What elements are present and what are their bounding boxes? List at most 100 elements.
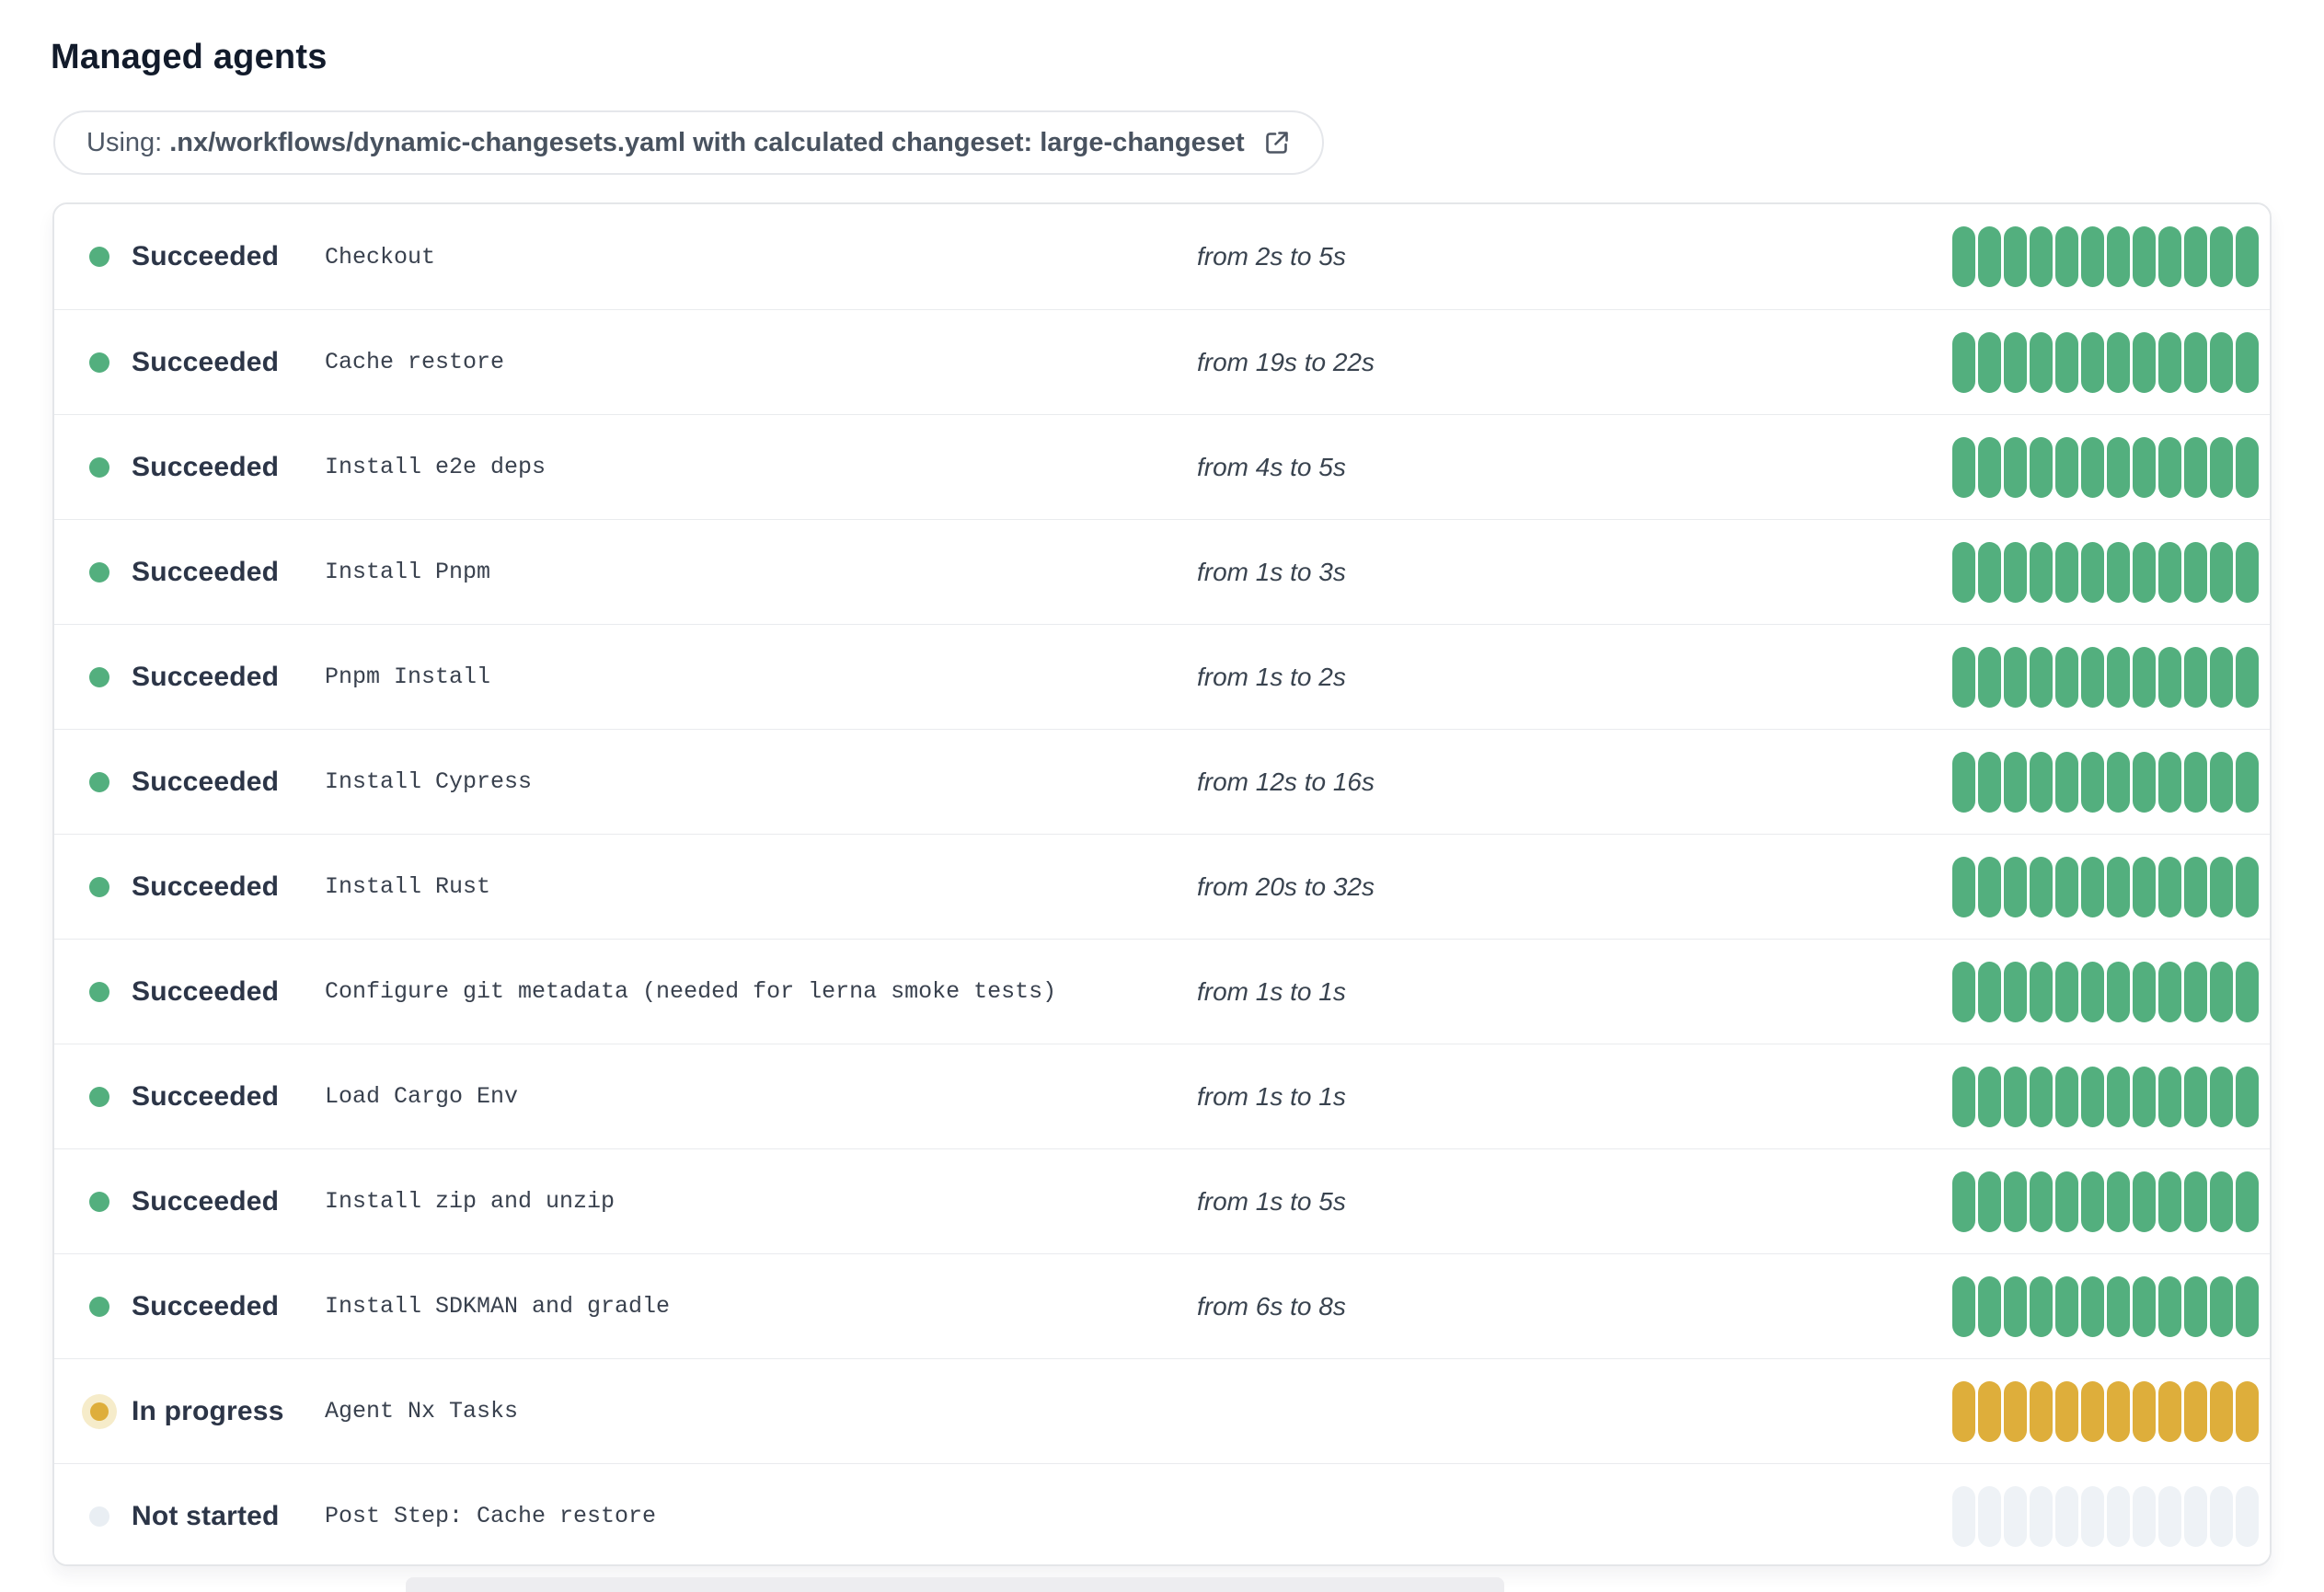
time-range: from 19s to 22s bbox=[1197, 347, 1375, 376]
agent-step-row[interactable]: Succeeded Install e2e deps from 4s to 5s bbox=[54, 414, 2270, 519]
agent-step-row[interactable]: Not started Post Step: Cache restore bbox=[54, 1463, 2270, 1564]
status-cell: Succeeded bbox=[89, 452, 325, 483]
progress-segment bbox=[2210, 856, 2233, 917]
progress-segment bbox=[2004, 751, 2027, 813]
status-label: Not started bbox=[132, 1500, 280, 1531]
progress-segment bbox=[1952, 856, 1975, 917]
progress-segment bbox=[2133, 541, 2156, 603]
progress-segment bbox=[2030, 1275, 2053, 1337]
status-cell: In progress bbox=[89, 1396, 325, 1427]
workflow-banner-prefix: Using: bbox=[86, 127, 163, 157]
status-dot bbox=[89, 981, 109, 1002]
progress-segment bbox=[1952, 436, 1975, 498]
progress-segment bbox=[2133, 1066, 2156, 1127]
status-label: Succeeded bbox=[132, 766, 280, 797]
progress-segment bbox=[2133, 1485, 2156, 1547]
progress-segment bbox=[2210, 541, 2233, 603]
progress-segment bbox=[2184, 1485, 2207, 1547]
status-cell: Succeeded bbox=[89, 976, 325, 1008]
progress-segment bbox=[2081, 1485, 2104, 1547]
agent-step-row[interactable]: Succeeded Install zip and unzip from 1s … bbox=[54, 1148, 2270, 1253]
progress-segment bbox=[1978, 541, 2001, 603]
status-label: Succeeded bbox=[132, 661, 280, 692]
progress-segment bbox=[2133, 436, 2156, 498]
progress-bar bbox=[1952, 331, 2259, 393]
workflow-banner-detail: .nx/workflows/dynamic-changesets.yaml wi… bbox=[169, 127, 1245, 157]
progress-segment bbox=[2236, 1380, 2259, 1442]
progress-segment bbox=[2158, 226, 2181, 287]
progress-segment bbox=[1978, 1485, 2001, 1547]
status-cell: Succeeded bbox=[89, 1081, 325, 1113]
step-name: Install Pnpm bbox=[325, 559, 491, 585]
status-dot bbox=[90, 1402, 109, 1421]
progress-segment bbox=[2236, 541, 2259, 603]
agent-step-row[interactable]: In progress Agent Nx Tasks bbox=[54, 1358, 2270, 1463]
progress-segment bbox=[2081, 961, 2104, 1022]
progress-segment bbox=[2236, 1275, 2259, 1337]
status-label: Succeeded bbox=[132, 451, 280, 482]
time-range: from 6s to 8s bbox=[1197, 1291, 1346, 1321]
progress-segment bbox=[2210, 226, 2233, 287]
progress-segment bbox=[2210, 331, 2233, 393]
status-dot bbox=[89, 1505, 109, 1527]
progress-segment bbox=[2004, 856, 2027, 917]
next-section-peek bbox=[406, 1577, 1504, 1592]
progress-segment bbox=[2030, 751, 2053, 813]
step-name: Install Rust bbox=[325, 873, 491, 900]
progress-segment bbox=[1978, 226, 2001, 287]
progress-segment bbox=[2158, 436, 2181, 498]
agent-step-row[interactable]: Succeeded Checkout from 2s to 5s bbox=[54, 204, 2270, 309]
status-cell: Not started bbox=[89, 1501, 325, 1532]
progress-segment bbox=[2158, 1066, 2181, 1127]
progress-segment bbox=[2030, 226, 2053, 287]
agent-step-row[interactable]: Succeeded Install Pnpm from 1s to 3s bbox=[54, 519, 2270, 624]
progress-segment bbox=[2133, 1171, 2156, 1232]
progress-segment bbox=[1978, 751, 2001, 813]
progress-segment bbox=[2030, 541, 2053, 603]
progress-segment bbox=[2055, 1380, 2078, 1442]
progress-segment bbox=[2133, 331, 2156, 393]
progress-bar bbox=[1952, 1485, 2259, 1547]
progress-segment bbox=[2107, 646, 2130, 708]
progress-segment bbox=[2158, 1275, 2181, 1337]
status-cell: Succeeded bbox=[89, 347, 325, 378]
progress-segment bbox=[2030, 436, 2053, 498]
progress-segment bbox=[2055, 856, 2078, 917]
agent-step-row[interactable]: Succeeded Install SDKMAN and gradle from… bbox=[54, 1253, 2270, 1358]
status-label: Succeeded bbox=[132, 975, 280, 1007]
step-name: Pnpm Install bbox=[325, 663, 491, 690]
managed-agents-page: Managed agents Using: .nx/workflows/dyna… bbox=[0, 0, 2324, 1592]
status-dot bbox=[89, 352, 109, 373]
progress-segment bbox=[2133, 646, 2156, 708]
progress-segment bbox=[2055, 436, 2078, 498]
progress-segment bbox=[2158, 1171, 2181, 1232]
status-dot bbox=[89, 456, 109, 478]
agent-step-row[interactable]: Succeeded Install Cypress from 12s to 16… bbox=[54, 729, 2270, 834]
progress-segment bbox=[2030, 646, 2053, 708]
status-label: Succeeded bbox=[132, 1080, 280, 1112]
progress-segment bbox=[1952, 1171, 1975, 1232]
progress-segment bbox=[2158, 1380, 2181, 1442]
progress-segment bbox=[1952, 646, 1975, 708]
agent-step-row[interactable]: Succeeded Cache restore from 19s to 22s bbox=[54, 309, 2270, 414]
step-name: Install e2e deps bbox=[325, 454, 546, 480]
workflow-banner[interactable]: Using: .nx/workflows/dynamic-changesets.… bbox=[53, 110, 1324, 175]
agent-step-row[interactable]: Succeeded Pnpm Install from 1s to 2s bbox=[54, 624, 2270, 729]
progress-segment bbox=[2107, 541, 2130, 603]
status-dot bbox=[89, 247, 109, 267]
progress-segment bbox=[2210, 751, 2233, 813]
progress-segment bbox=[2030, 961, 2053, 1022]
progress-segment bbox=[2158, 1485, 2181, 1547]
agent-step-row[interactable]: Succeeded Load Cargo Env from 1s to 1s bbox=[54, 1044, 2270, 1148]
agent-step-row[interactable]: Succeeded Configure git metadata (needed… bbox=[54, 939, 2270, 1044]
progress-segment bbox=[1952, 226, 1975, 287]
status-dot bbox=[89, 876, 109, 897]
agent-step-row[interactable]: Succeeded Install Rust from 20s to 32s bbox=[54, 834, 2270, 939]
time-range: from 1s to 1s bbox=[1197, 1081, 1346, 1111]
managed-agents-list: Succeeded Checkout from 2s to 5s Succeed… bbox=[52, 202, 2272, 1566]
step-name: Cache restore bbox=[325, 349, 505, 375]
time-range: from 12s to 16s bbox=[1197, 767, 1375, 796]
external-link-icon[interactable] bbox=[1261, 127, 1293, 158]
time-range: from 1s to 3s bbox=[1197, 557, 1346, 586]
progress-segment bbox=[2030, 331, 2053, 393]
